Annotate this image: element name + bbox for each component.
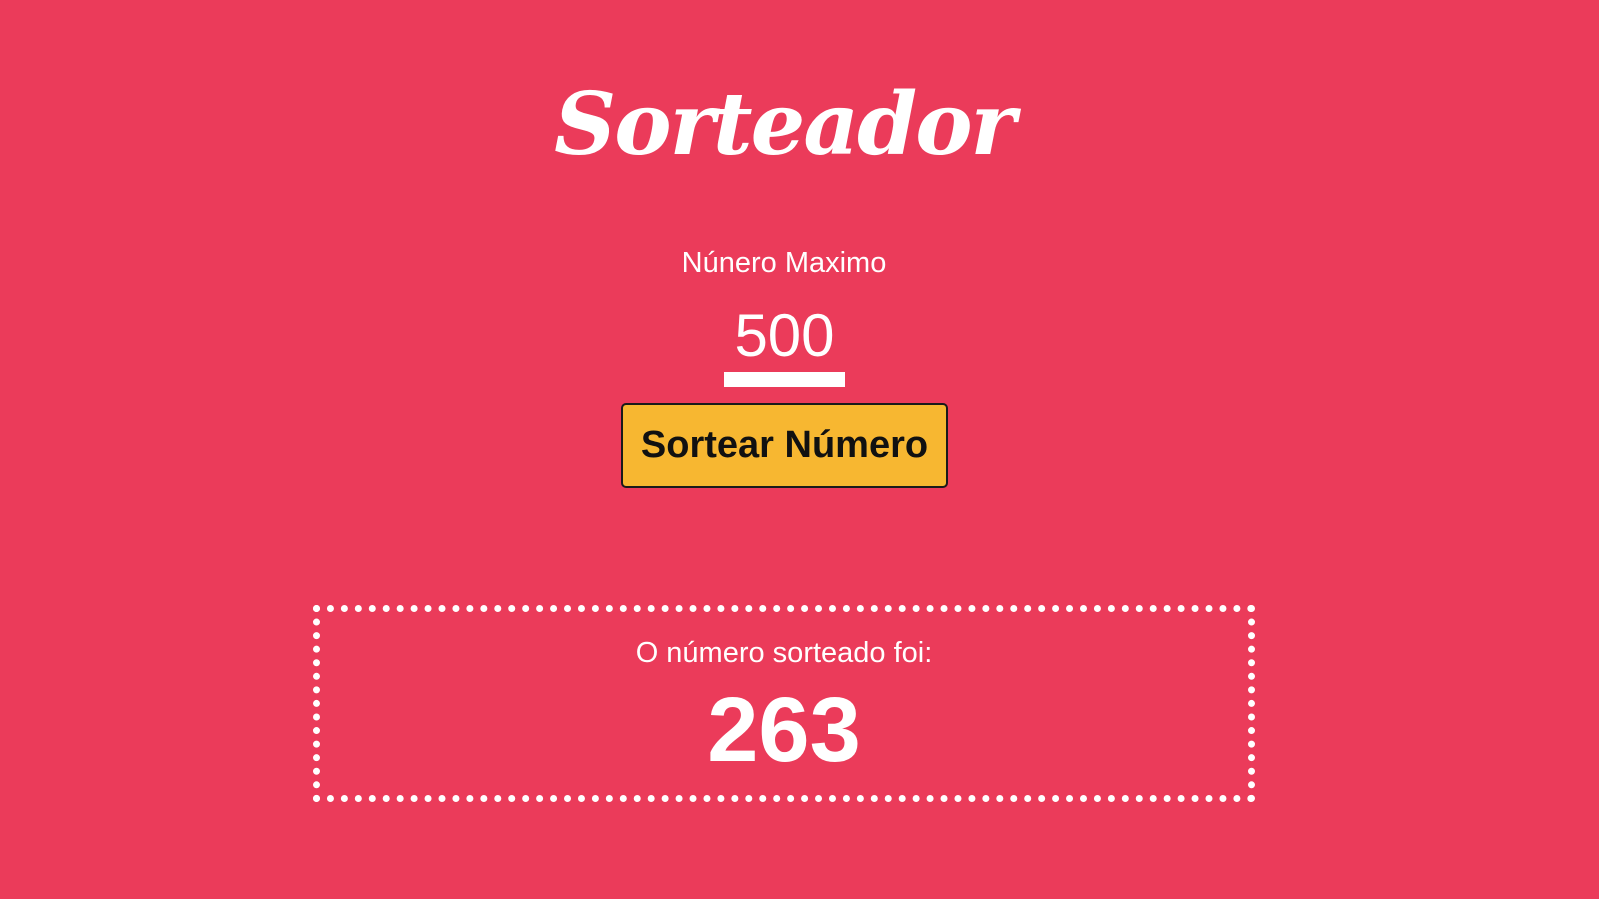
result-label: O número sorteado foi: [635, 637, 933, 669]
drawn-number: 263 [707, 679, 861, 781]
max-number-input[interactable] [724, 298, 845, 387]
max-number-label: Núnero Maximo [681, 247, 887, 279]
draw-number-button[interactable]: Sortear Número [621, 403, 948, 488]
app-title: Sorteador [554, 74, 1016, 175]
result-box: O número sorteado foi: 263 [313, 605, 1255, 802]
page: Sorteador Núnero Maximo Sortear Número O… [0, 0, 1599, 899]
